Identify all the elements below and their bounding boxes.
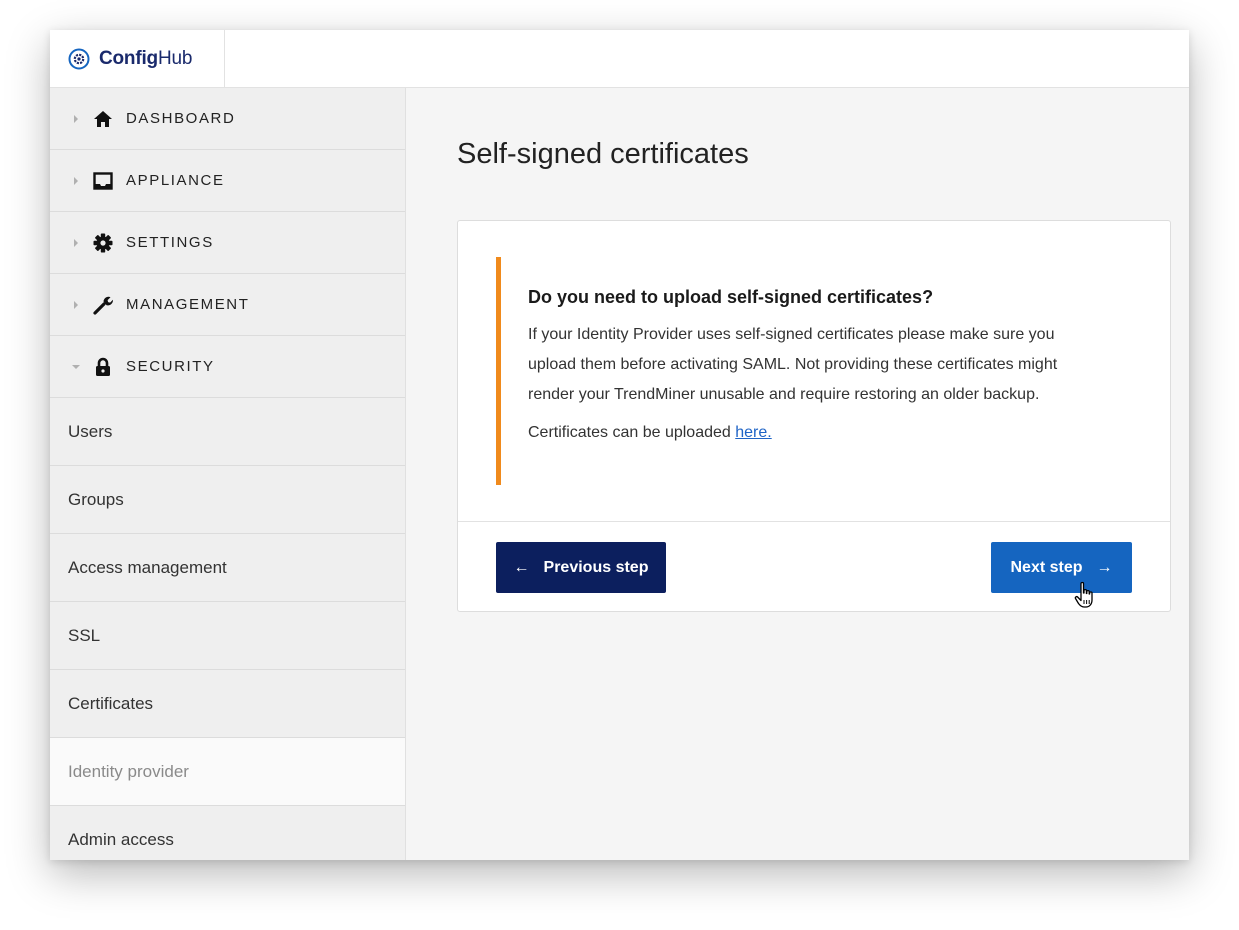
caret-right-icon: [70, 175, 82, 187]
sidebar-group-management[interactable]: MANAGEMENT: [50, 274, 405, 336]
sidebar-group-label: SETTINGS: [126, 234, 214, 251]
gear-circle-icon: [68, 48, 90, 70]
inbox-icon: [92, 170, 114, 192]
gear-icon: [92, 232, 114, 254]
sidebar-group-security[interactable]: SECURITY: [50, 336, 405, 398]
sidebar-item-identity-provider[interactable]: Identity provider: [50, 738, 405, 806]
sidebar-item-admin-access[interactable]: Admin access: [50, 806, 405, 860]
sidebar-item-certificates[interactable]: Certificates: [50, 670, 405, 738]
page-title: Self-signed certificates: [457, 138, 749, 170]
sidebar-group-label: MANAGEMENT: [126, 296, 250, 313]
previous-step-label: Previous step: [543, 558, 649, 576]
arrow-left-icon: ←: [513, 558, 530, 576]
sidebar-item-groups[interactable]: Groups: [50, 466, 405, 534]
caret-right-icon: [70, 237, 82, 249]
arrow-right-icon: →: [1096, 558, 1113, 576]
logo-text: ConfigHub: [99, 47, 193, 69]
wizard-card: Do you need to upload self-signed certif…: [457, 220, 1171, 612]
certificates-upload-link[interactable]: here.: [735, 424, 771, 441]
caret-right-icon: [70, 113, 82, 125]
main-content: Self-signed certificates Do you need to …: [406, 88, 1189, 860]
wrench-icon: [92, 294, 114, 316]
sidebar-item-ssl[interactable]: SSL: [50, 602, 405, 670]
sidebar-group-appliance[interactable]: APPLIANCE: [50, 150, 405, 212]
sidebar: DASHBOARD APPLIANCE SETTINGS MANAGEMENT …: [50, 88, 406, 860]
callout-line: upload them before activating SAML. Not …: [528, 356, 1058, 373]
sidebar-group-label: DASHBOARD: [126, 110, 236, 127]
confighub-logo[interactable]: ConfigHub: [50, 30, 225, 87]
callout-heading: Do you need to upload self-signed certif…: [528, 287, 934, 307]
sidebar-group-settings[interactable]: SETTINGS: [50, 212, 405, 274]
link-prefix: Certificates can be uploaded: [528, 424, 736, 441]
app-window: ConfigHub DASHBOARD APPLIANCE SETTINGS M…: [50, 30, 1189, 860]
sidebar-group-dashboard[interactable]: DASHBOARD: [50, 88, 405, 150]
previous-step-button[interactable]: ← Previous step: [496, 542, 666, 593]
top-bar: ConfigHub: [50, 30, 1189, 88]
caret-right-icon: [70, 299, 82, 311]
caret-down-icon: [70, 361, 82, 373]
callout-body: If your Identity Provider uses self-sign…: [528, 320, 1136, 410]
sidebar-group-label: APPLIANCE: [126, 172, 225, 189]
wizard-footer: ← Previous step Next step →: [458, 521, 1170, 611]
home-icon: [92, 108, 114, 130]
callout-line: render your TrendMiner unusable and requ…: [528, 386, 1040, 403]
next-step-label: Next step: [1010, 558, 1083, 576]
sidebar-group-label: SECURITY: [126, 358, 215, 375]
callout-link-line: Certificates can be uploaded here.: [528, 424, 1136, 442]
warning-callout: Do you need to upload self-signed certif…: [496, 257, 1136, 485]
sidebar-item-users[interactable]: Users: [50, 398, 405, 466]
lock-icon: [92, 356, 114, 378]
callout-line: If your Identity Provider uses self-sign…: [528, 326, 1055, 343]
sidebar-item-access-management[interactable]: Access management: [50, 534, 405, 602]
hand-pointer-cursor-icon: [1074, 581, 1093, 608]
next-step-button[interactable]: Next step →: [991, 542, 1132, 593]
